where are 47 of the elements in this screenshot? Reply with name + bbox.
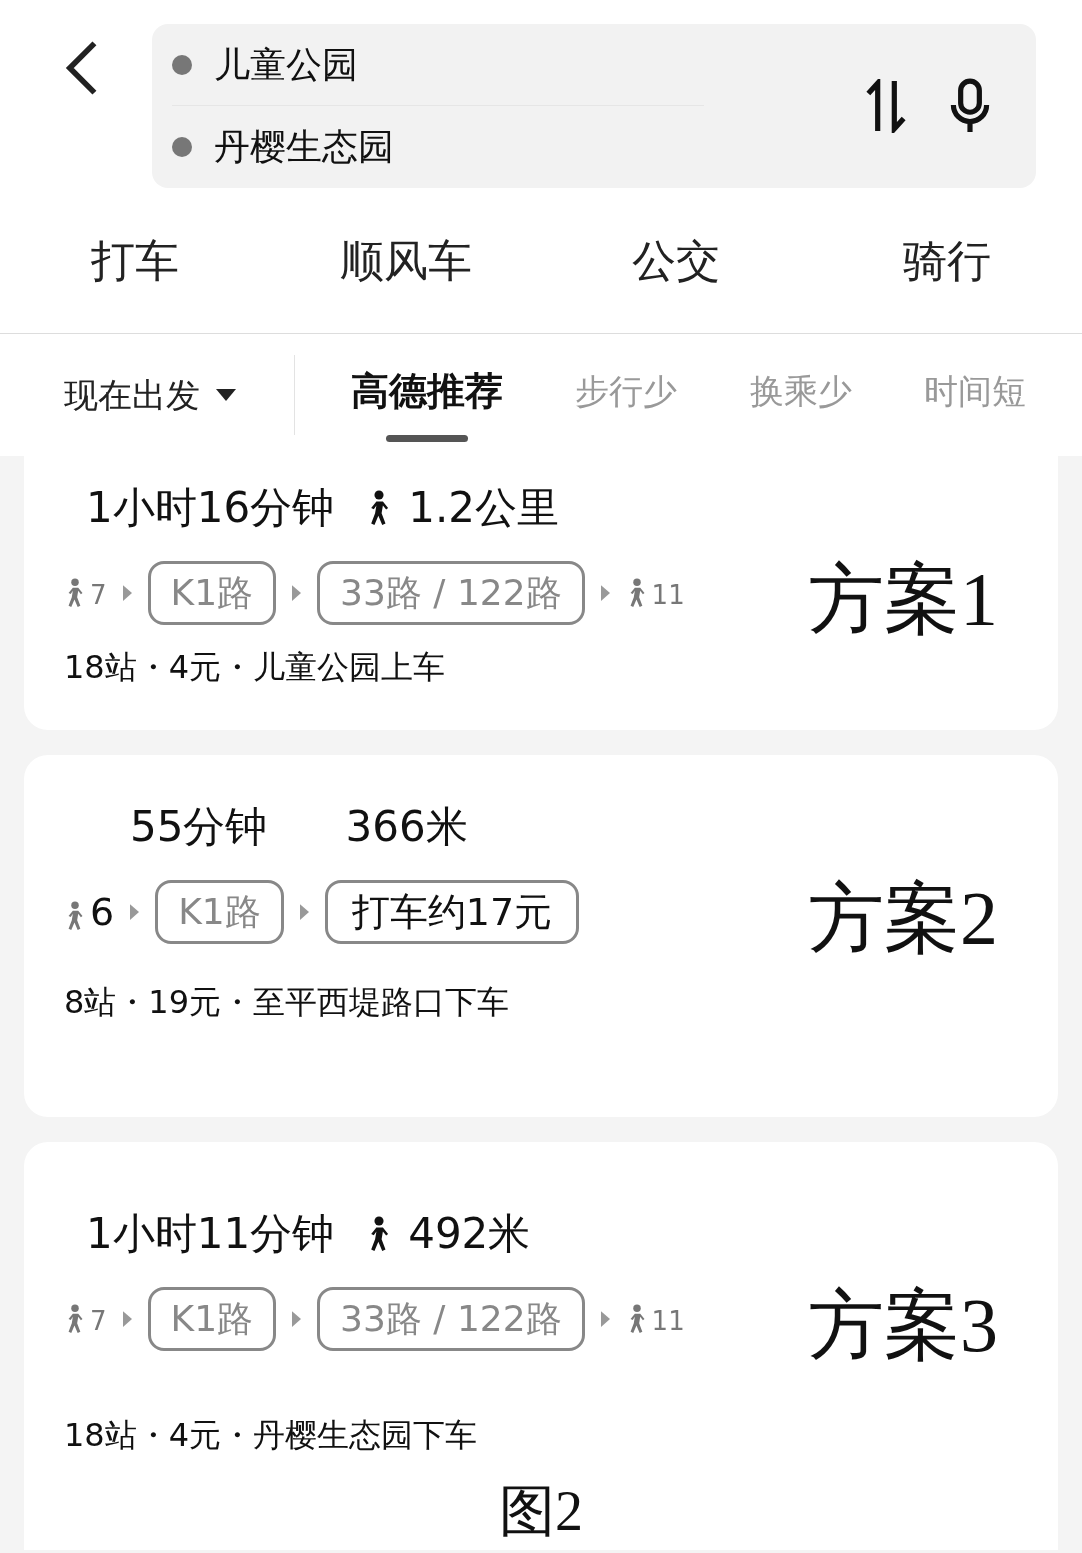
- walk-distance: 492米: [408, 1208, 531, 1260]
- arrow-icon: [299, 904, 309, 920]
- arrow-icon: [122, 585, 132, 601]
- arrow-icon: [292, 1311, 302, 1327]
- mode-tab[interactable]: 公交: [541, 227, 812, 294]
- back-icon[interactable]: [64, 40, 98, 96]
- bus-line-tag: K1路: [155, 880, 284, 944]
- walk-minutes: 7: [90, 1308, 107, 1334]
- walk-minutes: 6: [90, 893, 115, 931]
- arrow-icon: [600, 1311, 610, 1327]
- microphone-icon[interactable]: [948, 78, 992, 134]
- duration-text: 1小时11分钟: [86, 1208, 335, 1260]
- walk-minutes: 11: [651, 582, 685, 608]
- origin-field[interactable]: 儿童公园: [214, 37, 358, 92]
- route-info: 18站・4元・丹樱生态园下车: [64, 1415, 479, 1456]
- route-info: 8站・19元・至平西堤路口下车: [64, 982, 511, 1023]
- walk-minutes: 7: [90, 582, 107, 608]
- walk-distance: 366米: [345, 801, 468, 853]
- bus-line-tag: 33路 / 122路: [317, 561, 585, 625]
- figure-caption: 图2: [499, 1479, 583, 1544]
- route-card[interactable]: 55分钟 366米 6 K1路 打车约17元 8站・19元・至平西堤路口下车 方案2: [24, 755, 1058, 1117]
- mode-tab[interactable]: 打车: [0, 227, 271, 294]
- arrow-icon: [292, 585, 302, 601]
- swap-icon[interactable]: [864, 79, 908, 133]
- bus-line-tag: 33路 / 122路: [317, 1287, 585, 1351]
- sort-tab[interactable]: 高德推荐: [351, 362, 504, 428]
- duration-text: 1小时16分钟: [86, 482, 335, 534]
- mode-tab[interactable]: 顺风车: [270, 227, 541, 294]
- route-info: 18站・4元・儿童公园上车: [64, 647, 447, 688]
- plan-label: 方案3: [808, 1282, 998, 1369]
- arrow-icon: [122, 1311, 132, 1327]
- caret-icon: [216, 389, 236, 401]
- duration-text: 55分钟: [130, 801, 268, 853]
- plan-label: 方案1: [808, 556, 998, 643]
- route-card[interactable]: 1小时16分钟 1.2公里 7 K1路 33路 / 122路 11 18站・4元・儿童公园上车 方案1: [24, 456, 1058, 730]
- mode-tab[interactable]: 骑行: [811, 227, 1082, 294]
- depart-time-dropdown[interactable]: 现在出发: [64, 355, 295, 435]
- walk-minutes: 11: [651, 1308, 685, 1334]
- route-card[interactable]: 1小时11分钟 492米 7 K1路 33路 / 122路 11 18站・4元・丹樱生态园下车 方案3 图2: [24, 1142, 1058, 1550]
- destination-field[interactable]: 丹樱生态园: [214, 120, 394, 174]
- taxi-tag: 打车约17元: [324, 880, 580, 944]
- walk-distance: 1.2公里: [408, 482, 559, 534]
- plan-label: 方案2: [808, 875, 998, 962]
- arrow-icon: [600, 585, 610, 601]
- bus-line-tag: K1路: [147, 1287, 277, 1351]
- bus-line-tag: K1路: [147, 561, 277, 625]
- arrow-icon: [130, 904, 140, 920]
